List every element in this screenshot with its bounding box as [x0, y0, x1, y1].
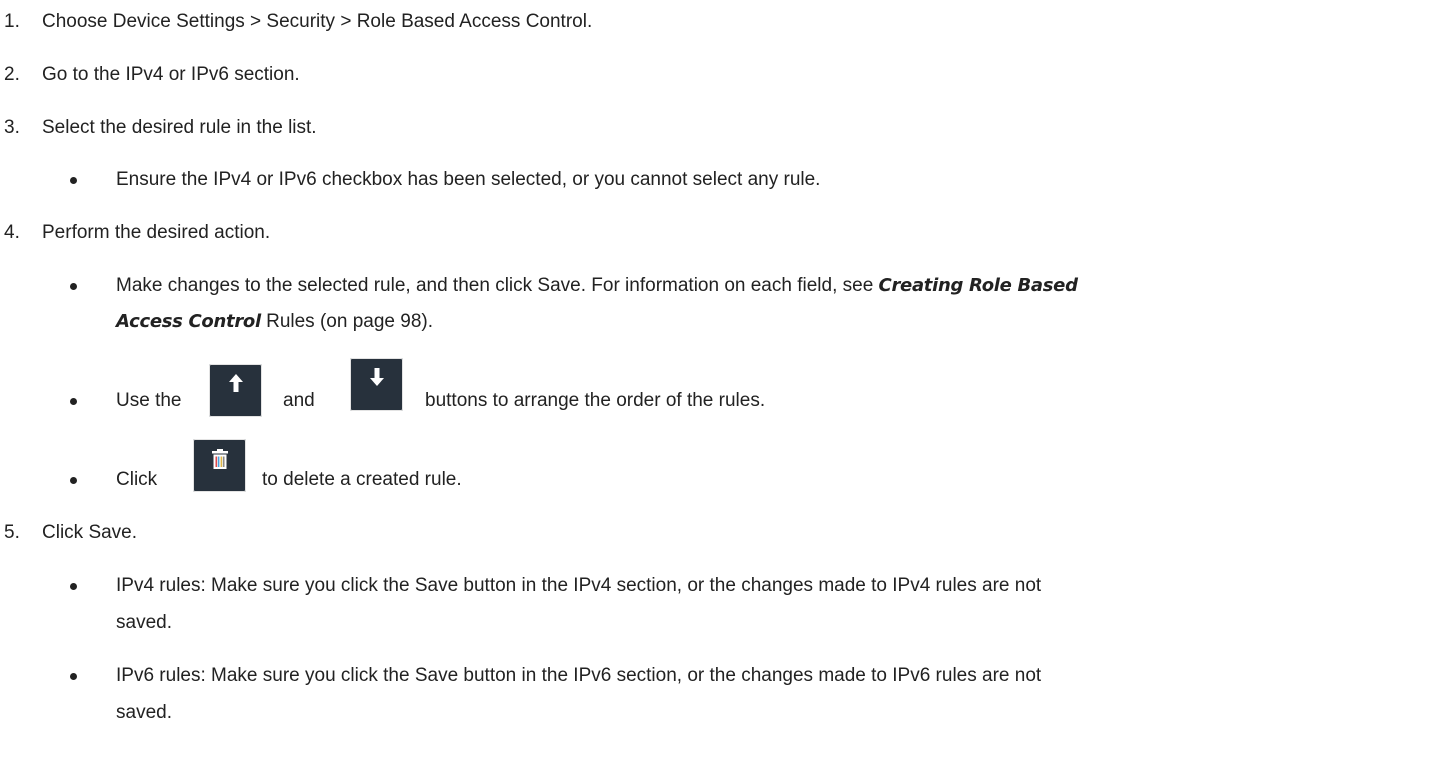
bullet-text-part: Click [116, 469, 158, 490]
move-down-button[interactable] [350, 358, 403, 411]
bullet-text: Make changes to the selected rule, and t… [116, 274, 1078, 298]
bullet-icon [70, 398, 77, 405]
bullet-icon [70, 283, 77, 290]
step-text: Click Save. [42, 522, 138, 543]
bullet-text-part: Rules (on page 98). [260, 311, 433, 332]
step-text: Perform the desired action. [42, 222, 271, 243]
bullet-text-part: to delete a created rule. [262, 469, 462, 490]
arrow-down-icon [369, 358, 384, 392]
cross-reference-link[interactable]: Creating Role Based [879, 275, 1078, 296]
bullet-icon [70, 177, 77, 184]
bullet-icon [70, 583, 77, 590]
move-up-button[interactable] [209, 364, 262, 417]
bullet-icon [70, 477, 77, 484]
delete-rule-button[interactable] [193, 439, 246, 492]
step-number: 4. [4, 222, 20, 243]
step-number: 1. [4, 11, 20, 32]
bullet-text-part: Use the [116, 390, 182, 411]
bullet-icon [70, 673, 77, 680]
step-text: Go to the IPv4 or IPv6 section. [42, 64, 300, 85]
step-number: 2. [4, 64, 20, 85]
cross-reference-link[interactable]: Access Control [116, 311, 261, 332]
bullet-text: saved. [116, 612, 172, 633]
bullet-text: IPv4 rules: Make sure you click the Save… [116, 575, 1042, 596]
arrow-up-icon [228, 364, 243, 398]
bullet-text-part: and [283, 390, 315, 411]
bullet-text: Ensure the IPv4 or IPv6 checkbox has bee… [116, 169, 821, 190]
bullet-text-part: buttons to arrange the order of the rule… [425, 390, 766, 411]
bullet-text-part: Make changes to the selected rule, and t… [116, 275, 879, 296]
step-number: 3. [4, 117, 20, 138]
step-text: Choose Device Settings > Security > Role… [42, 11, 593, 32]
step-number: 5. [4, 522, 20, 543]
bullet-text: saved. [116, 702, 172, 723]
bullet-text: IPv6 rules: Make sure you click the Save… [116, 665, 1042, 686]
step-text: Select the desired rule in the list. [42, 117, 317, 138]
bullet-text: Access Control Rules (on page 98). [116, 310, 433, 334]
trash-icon [211, 439, 228, 475]
